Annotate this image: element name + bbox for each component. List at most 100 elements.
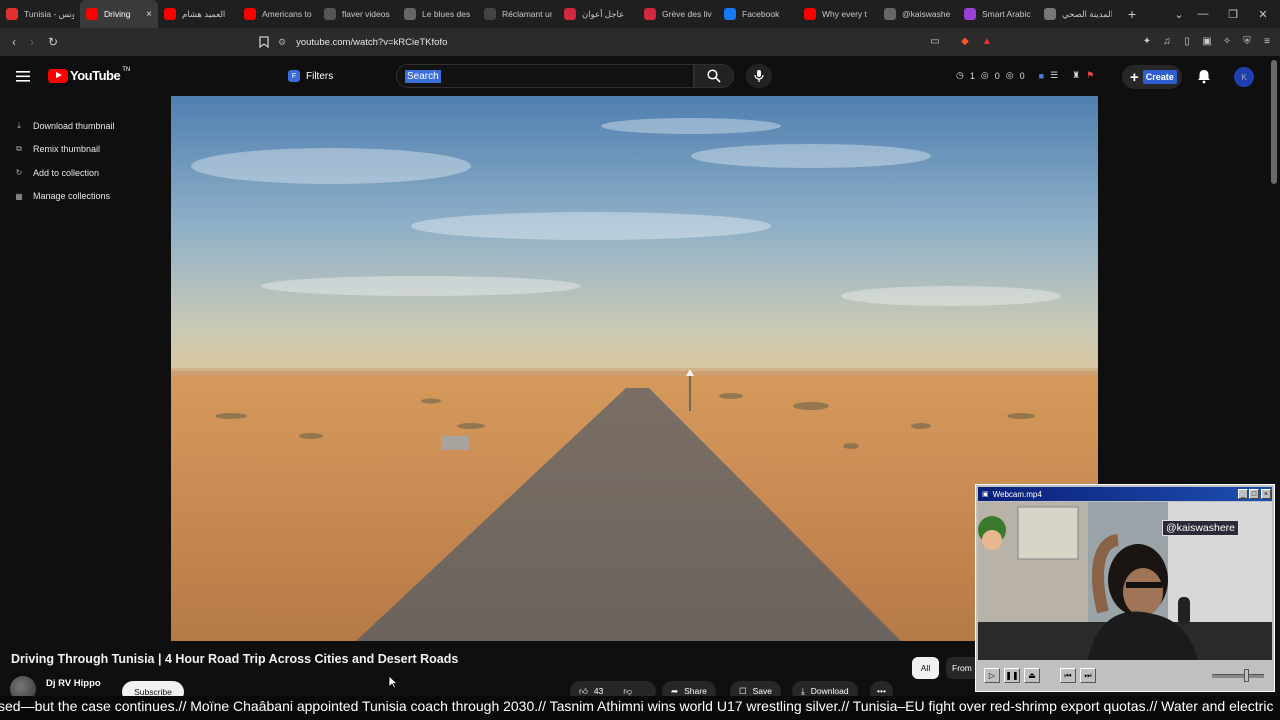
pause-icon[interactable]: ❚❚ (1004, 668, 1020, 683)
next-icon[interactable]: ⏭ (1080, 668, 1096, 683)
thumbnail-context-menu: ⤓ Download thumbnail ⧉ Remix thumbnail ↻… (6, 114, 128, 208)
forward-icon[interactable]: › (24, 34, 40, 50)
youtube-icon (6, 8, 18, 20)
browser-tab[interactable]: @kaiswashe (878, 0, 958, 28)
page-scrollbar[interactable] (1271, 60, 1277, 184)
leo-icon[interactable]: ✧ (1220, 34, 1234, 48)
notifications-bell-icon[interactable] (1196, 68, 1214, 86)
tab-title: Tunisia - تونس (24, 8, 74, 19)
youtube-icon (86, 8, 98, 20)
minimize-icon[interactable]: _ (1238, 489, 1248, 499)
avatar[interactable]: K (1234, 67, 1254, 87)
maximize-icon[interactable]: □ (1249, 489, 1259, 499)
video-player[interactable] (171, 96, 1098, 641)
browser-tab[interactable]: Grève des liv (638, 0, 718, 28)
volume-handle[interactable] (1244, 669, 1249, 682)
browser-tab[interactable]: عاجل أعوان (558, 0, 638, 28)
site-info-icon[interactable]: ⚙ (278, 37, 286, 48)
hamburger-icon[interactable] (16, 69, 32, 83)
browser-tab[interactable]: Smart Arabic (958, 0, 1038, 28)
vpn-icon[interactable]: ⛨ (1240, 34, 1254, 48)
browser-tab[interactable]: المدينة الصحي (1038, 0, 1118, 28)
webcam-controls: ▷ ❚❚ ⏏ ⏮ ⏭ (978, 665, 1272, 687)
tab-title: Facebook (742, 9, 780, 19)
cast-icon[interactable]: ▭ (928, 34, 942, 48)
url-text: youtube.com/watch?v=kRCieTKfofo (296, 36, 448, 48)
close-window-icon[interactable]: ✕ (1248, 0, 1278, 28)
browser-tab[interactable]: Réclamant un (478, 0, 558, 28)
back-icon[interactable]: ‹ (6, 34, 22, 50)
menu-item-label: Add to collection (33, 167, 100, 178)
browser-tab[interactable]: Why every t (798, 0, 878, 28)
sidebar-icon[interactable]: ▯ (1180, 34, 1194, 48)
search-input[interactable]: Search (396, 64, 694, 88)
webcam-window-title: Webcam.mp4 (992, 489, 1042, 499)
youtube-icon (804, 8, 816, 20)
webcam-window[interactable]: ▣ Webcam.mp4 _ □ × @kaiswashere ▷ ❚❚ ⏏ ⏮… (975, 484, 1275, 692)
like-icon[interactable]: 👍︎ (579, 686, 588, 697)
tab-title: عاجل أعوان (582, 8, 625, 19)
youtube-icon (244, 8, 256, 20)
menu-item-add-to-collection[interactable]: ↻ Add to collection (6, 161, 128, 185)
extensions-icon[interactable]: ✦ (1140, 34, 1154, 48)
extension-icon[interactable]: ■ (1039, 71, 1044, 81)
browser-tab[interactable]: Driving × (80, 0, 158, 28)
search-button[interactable] (694, 64, 734, 88)
browser-tab[interactable]: flaver videos (318, 0, 398, 28)
video-frame-desert-road (171, 96, 1098, 641)
voice-search-button[interactable] (746, 64, 772, 88)
tab-title: Driving (104, 9, 131, 19)
tab-title: Réclamant un (502, 9, 552, 19)
webcam-titlebar[interactable]: ▣ Webcam.mp4 _ □ × (978, 487, 1272, 501)
reload-icon[interactable]: ↻ (45, 34, 61, 50)
previous-icon[interactable]: ⏮ (1060, 668, 1076, 683)
youtube-logo[interactable]: YouTube TN (48, 66, 131, 83)
browser-tab[interactable]: Facebook (718, 0, 798, 28)
remix-icon: ⧉ (16, 144, 22, 154)
eye-icon: ◎ (980, 70, 989, 80)
close-icon[interactable]: × (1261, 489, 1271, 499)
minimize-icon[interactable]: — (1188, 0, 1218, 28)
youtube-icon (164, 8, 176, 20)
menu-item-remix-thumbnail[interactable]: ⧉ Remix thumbnail (6, 138, 128, 162)
media-icon[interactable]: ♫ (1160, 34, 1174, 48)
bookmark-icon[interactable] (256, 34, 272, 50)
restore-icon[interactable]: ❐ (1218, 0, 1248, 28)
youtube-wordmark: YouTube (70, 68, 121, 83)
country-badge: TN (122, 66, 131, 73)
new-tab-icon[interactable]: + (1118, 6, 1146, 22)
list-icon[interactable]: ☰ (1050, 70, 1058, 81)
globe-icon (404, 8, 416, 20)
globe-icon (884, 8, 896, 20)
brave-shield-icon[interactable]: ◆ (958, 34, 972, 48)
menu-item-download-thumbnail[interactable]: ⤓ Download thumbnail (6, 114, 128, 138)
download-icon: ⤓ (17, 120, 21, 130)
tab-title: المدينة الصحي (1062, 8, 1112, 19)
trophy-icon[interactable]: ♜ (1072, 70, 1080, 81)
globe-icon (1044, 8, 1056, 20)
browser-tab[interactable]: Americans to (238, 0, 318, 28)
alert-icon[interactable]: ⚑ (1086, 70, 1094, 81)
chip-all[interactable]: All (912, 657, 939, 679)
close-tab-icon[interactable]: × (146, 9, 152, 20)
browser-tab[interactable]: Tunisia - تونس (0, 0, 80, 28)
play-icon[interactable]: ▷ (984, 668, 1000, 683)
eject-icon[interactable]: ⏏ (1024, 668, 1040, 683)
address-bar[interactable]: ⚙ youtube.com/watch?v=kRCieTKfofo (278, 32, 998, 52)
create-button[interactable]: + Create (1122, 65, 1182, 89)
browser-tab-strip: Tunisia - تونس Driving × العميد هشام America… (0, 0, 1280, 28)
counter-1: 1 (969, 70, 975, 81)
rewards-icon[interactable]: ▲ (980, 34, 994, 48)
mouse-cursor-icon (388, 675, 398, 689)
channel-name[interactable]: Dj RV Hippo (46, 678, 101, 689)
dislike-icon[interactable]: 👎︎ (623, 686, 632, 697)
facebook-icon (724, 8, 736, 20)
browser-tab[interactable]: العميد هشام (158, 0, 238, 28)
filters-button[interactable]: F Filters (288, 64, 333, 88)
menu-item-manage-collections[interactable]: ▦ Manage collections (6, 185, 128, 209)
volume-slider[interactable] (1212, 674, 1264, 678)
menu-icon[interactable]: ≡ (1260, 34, 1274, 48)
like-count: 43 (593, 686, 604, 696)
wallet-icon[interactable]: ▣ (1200, 34, 1214, 48)
browser-tab[interactable]: Le blues des (398, 0, 478, 28)
